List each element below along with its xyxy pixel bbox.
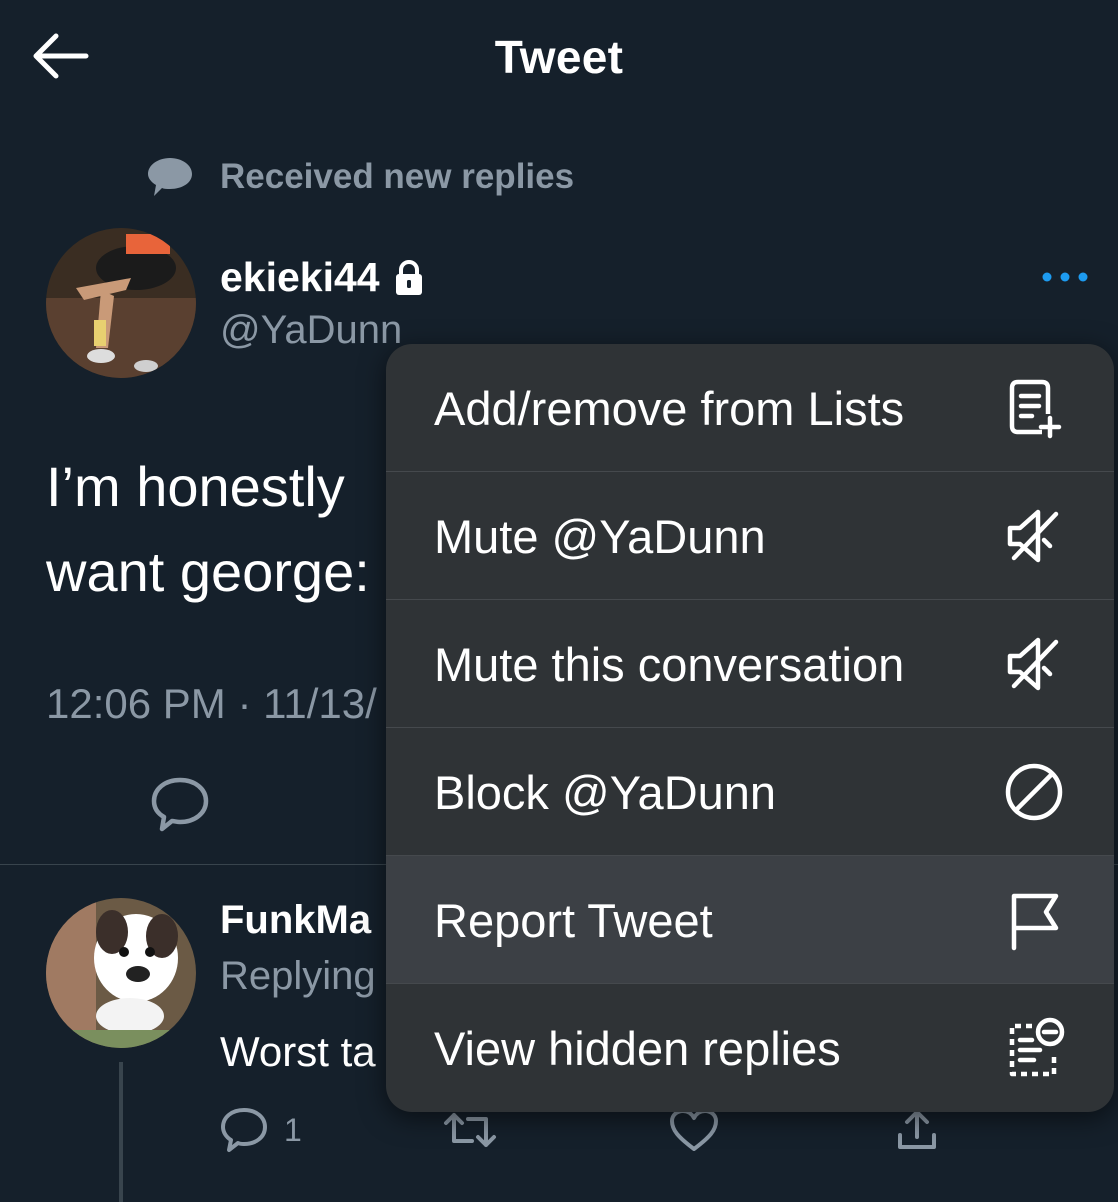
share-button[interactable]	[894, 1106, 940, 1154]
reply-text: Worst ta	[220, 1028, 376, 1075]
speaker-mute-icon	[1007, 509, 1059, 563]
menu-item-label: Add/remove from Lists	[434, 381, 905, 435]
menu-item-label: View hidden replies	[434, 1021, 841, 1075]
tweet-timestamp[interactable]: 12:06 PM · 11/13/	[46, 680, 391, 728]
retweet-button[interactable]	[442, 1106, 498, 1154]
reply-avatar-photo	[46, 898, 196, 1048]
reply-count: 1	[284, 1111, 302, 1148]
reply-avatar[interactable]	[46, 898, 196, 1048]
menu-item-view-hidden-replies[interactable]: View hidden replies	[386, 984, 1114, 1112]
thread-line	[119, 1062, 123, 1202]
menu-item-mute-conversation[interactable]: Mute this conversation	[386, 600, 1114, 728]
menu-item-label: Report Tweet	[434, 893, 713, 947]
reply-author-name[interactable]: FunkMa	[220, 898, 371, 943]
tweet-options-menu: Add/remove from Lists Mute @YaDunn Mute …	[386, 344, 1114, 1112]
avatar-photo	[46, 228, 196, 378]
more-dots-icon	[1042, 272, 1088, 282]
menu-item-add-remove-lists[interactable]: Add/remove from Lists	[386, 344, 1114, 472]
menu-item-mute-user[interactable]: Mute @YaDunn	[386, 472, 1114, 600]
block-icon	[1005, 763, 1063, 821]
reply-reply-button[interactable]: 1	[220, 1106, 302, 1154]
author-display-name: ekieki44	[220, 254, 380, 300]
tweet-text: I’m honestly want george:	[46, 444, 386, 614]
speaker-mute-icon	[1007, 637, 1059, 691]
author-handle[interactable]: @YaDunn	[220, 308, 402, 353]
avatar[interactable]	[46, 228, 196, 378]
page-title: Tweet	[494, 31, 624, 83]
reply-icon	[221, 1108, 267, 1152]
menu-item-label: Mute @YaDunn	[434, 509, 766, 563]
lock-icon	[395, 259, 422, 295]
new-replies-text: Received new replies	[220, 157, 575, 196]
menu-item-label: Mute this conversation	[434, 637, 905, 691]
retweet-icon	[444, 1113, 496, 1147]
list-add-icon	[1009, 379, 1062, 439]
menu-item-block-user[interactable]: Block @YaDunn	[386, 728, 1114, 856]
flag-icon	[1011, 893, 1059, 951]
reply-icon	[151, 777, 209, 832]
hidden-replies-icon	[1009, 1017, 1065, 1077]
heart-icon	[670, 1109, 718, 1151]
speech-bubble-icon	[148, 158, 192, 196]
new-replies-notice[interactable]: Received new replies	[146, 156, 574, 198]
reply-replying-to: Replying	[220, 954, 376, 998]
share-icon	[898, 1110, 936, 1149]
like-button[interactable]	[668, 1106, 720, 1154]
more-button[interactable]	[1040, 262, 1090, 292]
tweet-text-line-2: want george:	[46, 540, 370, 603]
author-name[interactable]: ekieki44	[220, 254, 424, 301]
reply-button[interactable]	[150, 776, 210, 832]
menu-item-label: Block @YaDunn	[434, 765, 777, 819]
tweet-text-line-1: I’m honestly	[46, 455, 345, 518]
menu-item-report-tweet[interactable]: Report Tweet	[386, 856, 1114, 984]
